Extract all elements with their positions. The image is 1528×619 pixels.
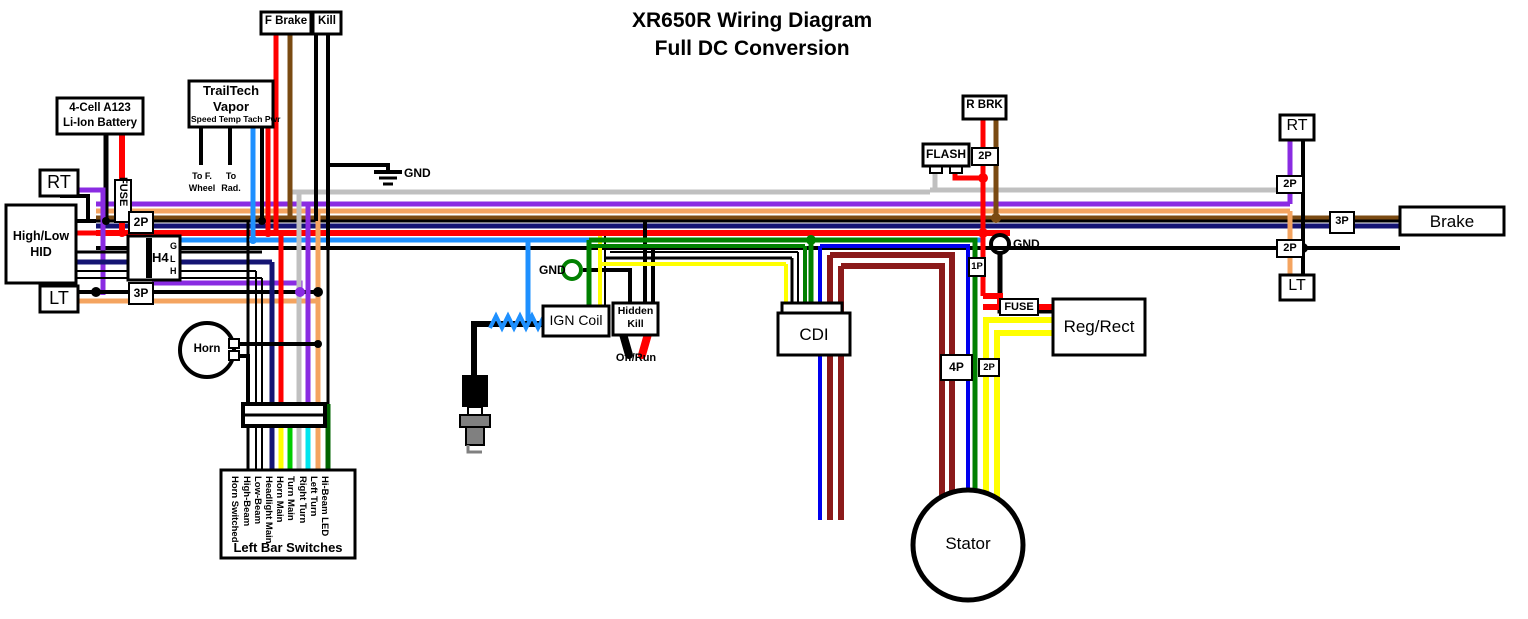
junction-dot [314, 340, 322, 348]
spark-plug-electrode [466, 445, 482, 454]
switch-wire-label: Low-Beam [251, 476, 263, 525]
vapor-note-radiator: To Rad. [213, 170, 249, 194]
hidden-kill-label: Hidden Kill [613, 305, 658, 331]
h4-label: H4 [152, 250, 169, 265]
switch-wire-label: Horn Switched [229, 476, 241, 543]
h4-pin-l-label: L [170, 254, 176, 264]
fuse-left-label: FUSE [117, 177, 129, 207]
junction-dot [249, 236, 257, 244]
junction-dot [91, 287, 101, 297]
junction-dot [295, 287, 305, 297]
gnd-ring-cdi [989, 233, 1011, 255]
ign-coil-label: IGN Coil [549, 312, 603, 328]
lt-right-label: LT [1288, 277, 1306, 294]
hid-label: High/Low HID [6, 228, 76, 260]
junction-dot [258, 217, 266, 225]
off-run-label: Off/Run [615, 352, 657, 364]
spark-plug-thread [465, 426, 485, 446]
h4-pin-g-label: G [170, 241, 178, 251]
gnd-cdi-label: GND [1013, 237, 1040, 251]
vapor-label: TrailTech Vapor [191, 83, 271, 115]
switch-wire-label: Right Turn [296, 476, 308, 524]
junction-dot [978, 173, 988, 183]
left-bar-switches-label: Left Bar Switches [233, 540, 343, 555]
vapor-pins-label: Speed Temp Tach Pwr [191, 114, 281, 124]
one-p-cdi-label: 1P [971, 261, 983, 272]
r-brk-label: R BRK [966, 99, 1003, 111]
f-brake-label: F Brake [264, 15, 308, 27]
junction-dot [264, 229, 272, 237]
lt-left-label: LT [49, 288, 69, 308]
junction-dot [978, 228, 988, 238]
brake-label: Brake [1429, 212, 1475, 231]
vapor-line2: Vapor [212, 99, 250, 114]
gnd-top-label: GND [404, 166, 431, 180]
kill-label: Kill [318, 15, 336, 27]
battery-label: 4-Cell A123 Li-Ion Battery [59, 101, 141, 131]
fuse-right-label: FUSE [1004, 301, 1034, 313]
two-p-left-label: 2P [133, 215, 149, 229]
hid-line2: HID [30, 245, 52, 259]
horn-label: Horn [193, 343, 221, 355]
two-p-lt-right-label: 2P [1283, 242, 1297, 254]
battery-label-line1: 4-Cell A123 [69, 102, 131, 114]
wire-yellow-stator2 [994, 330, 1053, 520]
two-p-stator-label: 2P [983, 362, 995, 373]
hid-line1: High/Low [12, 229, 70, 243]
wire-darkred-loop-top [830, 252, 955, 520]
vapor-note-2a: To [225, 171, 237, 181]
rt-right-label: RT [1286, 117, 1308, 134]
h4-pin-h-label: H [170, 266, 177, 276]
junction-dot [806, 235, 816, 245]
switch-wire-label: Hi-Beam LED [319, 476, 330, 537]
junction-dot [313, 287, 323, 297]
two-p-rt-right-label: 2P [1283, 178, 1297, 190]
three-p-brake-label: 3P [1335, 215, 1349, 227]
spark-plug-hex [459, 414, 491, 428]
cdi-label: CDI [799, 325, 829, 344]
gnd-coil-label: GND [539, 263, 566, 277]
switch-wire-label: Left Turn [307, 476, 319, 517]
wire-plug-ht [471, 321, 545, 380]
hidden-kill-line2: Kill [627, 318, 644, 330]
page-title: XR650R Wiring Diagram Full DC Conversion [632, 7, 872, 63]
stator-label: Stator [945, 534, 991, 553]
title-line-1: XR650R Wiring Diagram [632, 9, 873, 32]
junction-dot [991, 213, 1001, 223]
hidden-kill-line1: Hidden [617, 305, 654, 317]
two-p-rbrk-label: 2P [978, 150, 992, 162]
spark-plug-body [462, 375, 488, 407]
switch-wire-label: High-Beam [240, 476, 252, 527]
junction-dot [118, 229, 126, 237]
rt-left-label: RT [47, 172, 71, 192]
title-line-2: Full DC Conversion [654, 37, 850, 60]
reg-rect-label: Reg/Rect [1063, 317, 1135, 336]
switch-wire-label: Turn Main [285, 476, 297, 521]
switch-wire-label: Horn Main [274, 476, 286, 523]
vapor-note-2b: Rad. [221, 183, 241, 193]
wire-darkred-loop2-top [841, 263, 945, 520]
wiring-diagram-canvas: XR650R Wiring Diagram Full DC Conversion… [0, 0, 1528, 619]
three-p-left-label: 3P [133, 286, 149, 300]
switch-wire-label: Headlight Main [263, 476, 274, 544]
flash-label: FLASH [926, 147, 966, 161]
battery-label-line2: Li-Ion Battery [62, 117, 138, 129]
junction-dot [102, 217, 110, 225]
vapor-line1: TrailTech [202, 83, 260, 98]
four-p-stator-label: 4P [949, 360, 964, 374]
